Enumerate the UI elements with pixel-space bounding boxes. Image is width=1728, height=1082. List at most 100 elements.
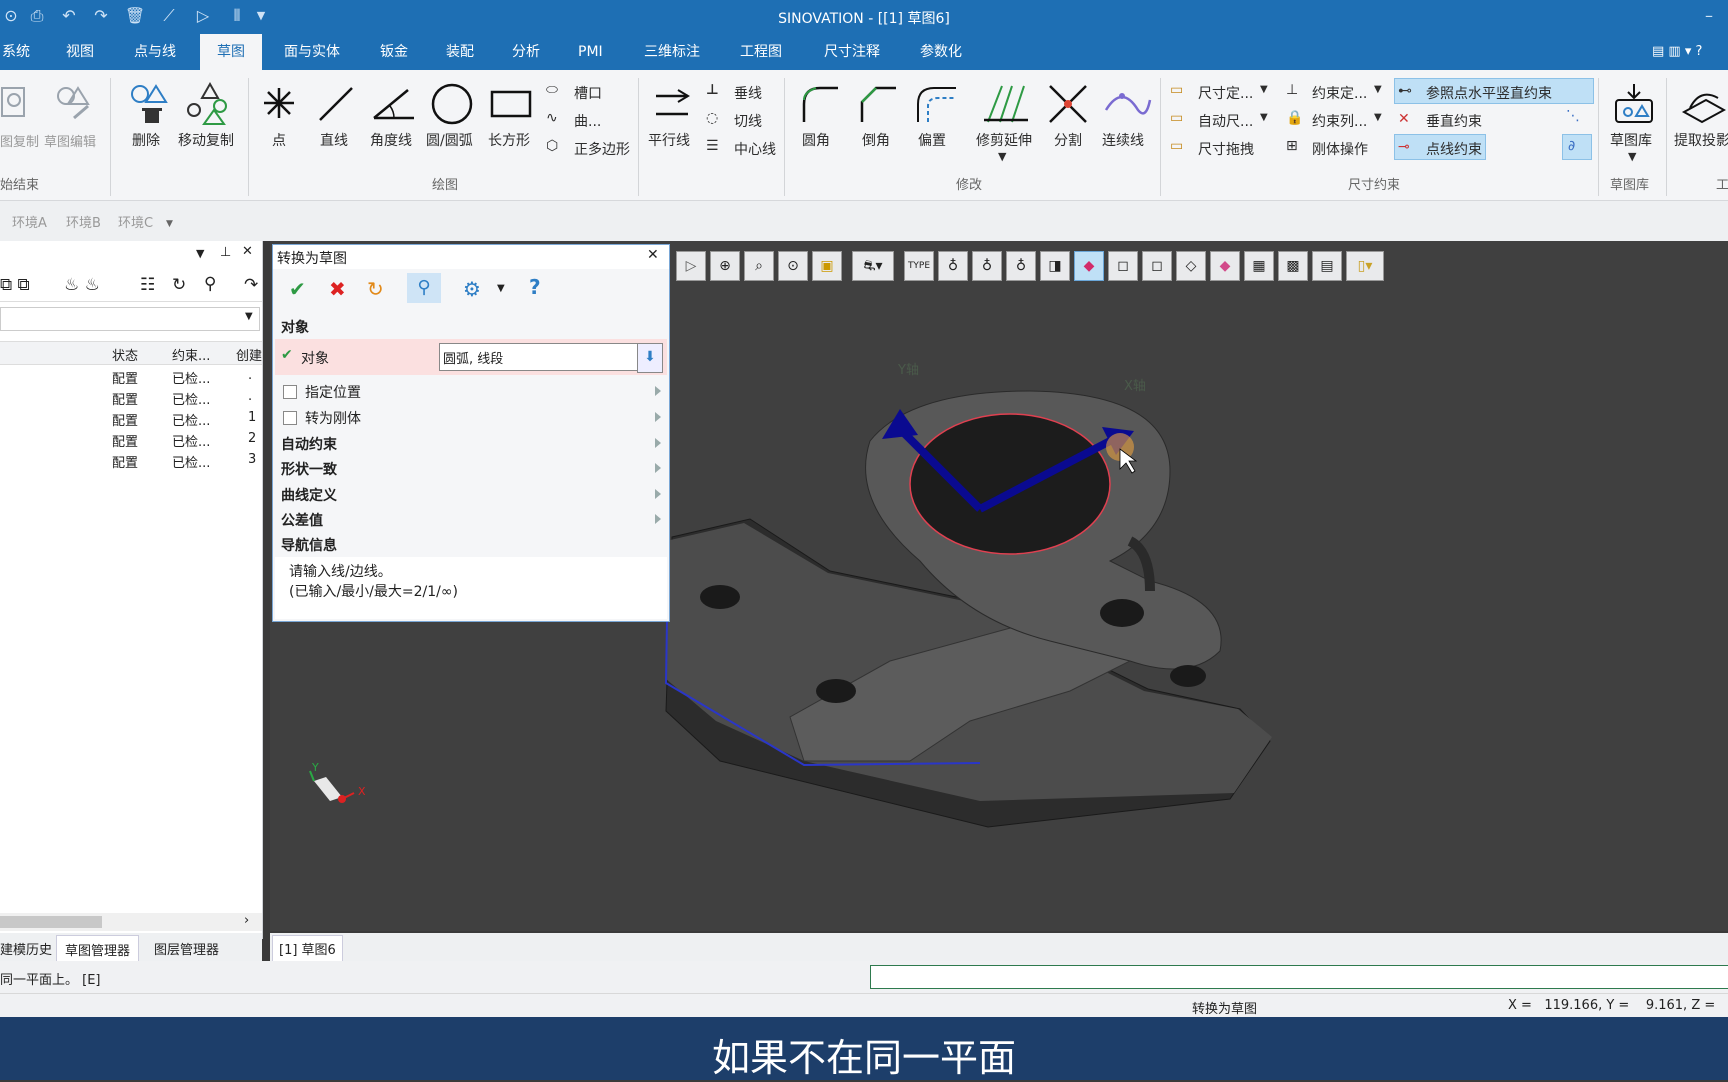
menu-sheet-metal[interactable]: 钣金 xyxy=(374,34,414,70)
rectangle-button[interactable]: 长方形 xyxy=(488,130,530,150)
small-constraint-icon-2[interactable]: ∂ xyxy=(1568,138,1575,154)
env-a[interactable]: 环境A xyxy=(12,212,47,231)
menu-system[interactable]: 系统 xyxy=(0,34,36,70)
object-down-arrow-icon[interactable]: ⬇ xyxy=(637,343,663,373)
trim-extend-button[interactable]: 修剪延伸 xyxy=(976,130,1032,150)
ok-icon[interactable]: ✔ xyxy=(289,277,306,301)
curve-button[interactable]: 曲... xyxy=(574,111,601,131)
sketch-lib-dropdown-icon[interactable]: ▼ xyxy=(1628,150,1636,163)
filter-dropdown-icon[interactable]: ▼ xyxy=(245,311,253,322)
rigid-checkbox[interactable] xyxy=(283,411,297,425)
menu-pmi[interactable]: PMI xyxy=(572,34,609,70)
cons-list-dropdown-icon[interactable]: ▼ xyxy=(1374,112,1382,123)
menu-analysis[interactable]: 分析 xyxy=(506,34,546,70)
auto-dim-button[interactable]: 自动尺... xyxy=(1198,111,1253,131)
offset-button[interactable]: 偏置 xyxy=(918,130,946,150)
tab-layer-manager[interactable]: 图层管理器 xyxy=(154,939,219,958)
copy-label[interactable]: 图复制 xyxy=(0,131,39,150)
position-checkbox[interactable] xyxy=(283,385,297,399)
polygon-button[interactable]: 正多边形 xyxy=(574,139,630,159)
panel-filter-select[interactable]: ▼ xyxy=(0,307,260,331)
scroll-thumb[interactable] xyxy=(0,916,102,928)
settings-gear-icon[interactable]: ⚙ xyxy=(463,277,481,301)
sketch-lib-button[interactable]: 草图库 xyxy=(1610,130,1652,150)
tab-sketch6[interactable]: [1] 草图6 xyxy=(272,935,343,962)
reset-icon[interactable]: ↻ xyxy=(367,277,384,301)
col-status[interactable]: 状态 xyxy=(112,345,138,364)
slot-button[interactable]: 槽口 xyxy=(574,83,602,103)
centerline-button[interactable]: 中心线 xyxy=(734,139,776,159)
checklist-icon[interactable]: ☷ xyxy=(140,275,155,295)
point-button[interactable]: 点 xyxy=(272,130,286,150)
fillet-button[interactable]: 圆角 xyxy=(802,130,830,150)
delete-button[interactable]: 删除 xyxy=(132,130,160,150)
bulb-icon[interactable]: ♨ ♨ xyxy=(64,275,100,295)
env-dropdown-icon[interactable]: ▼ xyxy=(166,219,173,229)
cancel-icon[interactable]: ✖ xyxy=(329,277,346,301)
search-icon[interactable]: ⚲ xyxy=(204,274,216,294)
menu-view[interactable]: 视图 xyxy=(60,34,100,70)
chamfer-button[interactable]: 倒角 xyxy=(862,130,890,150)
dim-def-button[interactable]: 尺寸定... xyxy=(1198,83,1253,103)
tab-model-history[interactable]: 建模历史 xyxy=(0,939,58,958)
section-nav[interactable]: 导航信息 xyxy=(281,535,337,555)
table-row[interactable]: 配置 已检... 2 xyxy=(0,430,262,450)
col-created[interactable]: 创建 xyxy=(236,345,262,364)
env-b[interactable]: 环境B xyxy=(66,212,101,231)
col-constraint[interactable]: 约束... xyxy=(172,345,210,364)
small-constraint-icon[interactable]: ⋱ xyxy=(1566,108,1580,124)
perpendicular-button[interactable]: 垂线 xyxy=(734,83,762,103)
auto-dim-dropdown-icon[interactable]: ▼ xyxy=(1260,112,1268,123)
help-icon[interactable]: ? xyxy=(529,275,541,299)
dim-def-dropdown-icon[interactable]: ▼ xyxy=(1260,84,1268,95)
perp-constraint-button[interactable]: 垂直约束 xyxy=(1426,111,1482,131)
section-shape[interactable]: 形状一致 xyxy=(281,459,337,479)
dialog-close-icon[interactable]: ✕ xyxy=(647,247,659,263)
extract-projection-button[interactable]: 提取投影 xyxy=(1674,130,1728,150)
opt-rigid[interactable]: 转为刚体 xyxy=(305,408,361,428)
expand-icon[interactable] xyxy=(655,438,661,448)
angle-line-button[interactable]: 角度线 xyxy=(370,130,412,150)
cons-def-button[interactable]: 约束定... xyxy=(1312,83,1367,103)
tab-sketch-manager[interactable]: 草图管理器 xyxy=(56,935,140,964)
table-row[interactable]: 配置 已检.... xyxy=(0,388,262,408)
pt-line-constraint-button[interactable]: 点线约束 xyxy=(1426,139,1482,159)
section-tolerance[interactable]: 公差值 xyxy=(281,510,323,530)
cons-list-button[interactable]: 约束列... xyxy=(1312,111,1367,131)
cons-def-dropdown-icon[interactable]: ▼ xyxy=(1374,84,1382,95)
expand-icon[interactable] xyxy=(655,514,661,524)
trim-dropdown-icon[interactable]: ▼ xyxy=(998,150,1006,163)
panel-dropdown-icon[interactable]: ▼ xyxy=(196,247,204,260)
expand-icon[interactable] xyxy=(655,386,661,396)
rigid-op-button[interactable]: 刚体操作 xyxy=(1312,139,1368,159)
section-object[interactable]: 对象 xyxy=(281,317,309,337)
table-row[interactable]: 配置 已检... 1 xyxy=(0,409,262,429)
minimize-button[interactable]: – xyxy=(1698,5,1720,27)
refresh-icon[interactable]: ↻ xyxy=(172,275,186,295)
settings-dropdown-icon[interactable]: ▼ xyxy=(497,283,505,294)
menu-3d-annotation[interactable]: 三维标注 xyxy=(638,34,706,70)
move-copy-button[interactable]: 移动复制 xyxy=(178,130,234,150)
table-row[interactable]: 配置 已检.... xyxy=(0,367,262,387)
dim-drag-button[interactable]: 尺寸拖拽 xyxy=(1198,139,1254,159)
menu-assembly[interactable]: 装配 xyxy=(440,34,480,70)
expand-icon[interactable] xyxy=(655,489,661,499)
env-c[interactable]: 环境C xyxy=(118,212,153,231)
tangent-button[interactable]: 切线 xyxy=(734,111,762,131)
section-curve-def[interactable]: 曲线定义 xyxy=(281,485,337,505)
split-button[interactable]: 分割 xyxy=(1054,130,1082,150)
redo-icon[interactable]: ↷ xyxy=(244,275,258,295)
section-auto-constraint[interactable]: 自动约束 xyxy=(281,434,337,454)
menu-parametric[interactable]: 参数化 xyxy=(914,34,968,70)
preview-search-icon[interactable]: ⚲ xyxy=(407,273,441,303)
close-icon[interactable]: ✕ xyxy=(242,244,253,259)
menu-face-solid[interactable]: 面与实体 xyxy=(278,34,346,70)
object-input[interactable]: 圆弧, 线段 xyxy=(439,343,641,371)
scroll-right-icon[interactable]: › xyxy=(244,913,249,928)
menu-drawing[interactable]: 工程图 xyxy=(734,34,788,70)
parallel-button[interactable]: 平行线 xyxy=(648,130,690,150)
line-button[interactable]: 直线 xyxy=(320,130,348,150)
ref-hv-constraint-button[interactable]: 参照点水平竖直约束 xyxy=(1426,83,1552,103)
connect-line-button[interactable]: 连续线 xyxy=(1102,130,1144,150)
opt-position[interactable]: 指定位置 xyxy=(305,382,361,402)
